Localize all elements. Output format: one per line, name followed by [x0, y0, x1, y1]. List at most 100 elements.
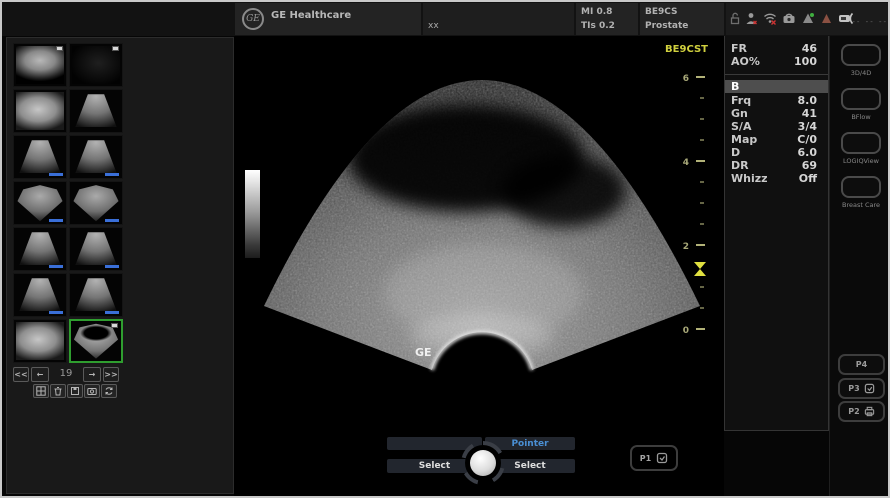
- layout-grid-button[interactable]: [33, 384, 49, 398]
- thumbnail[interactable]: [13, 43, 67, 87]
- save-icon: [70, 386, 80, 396]
- ao-label: AO%: [731, 55, 760, 68]
- mi-value: MI 0.8: [581, 7, 612, 17]
- prev-page-button[interactable]: ←: [31, 367, 49, 382]
- user-icon: [745, 12, 758, 25]
- p2-button[interactable]: P2: [838, 401, 885, 422]
- softkey-logiqview-label: LOGIQView: [830, 157, 890, 165]
- param-label: DR: [731, 159, 749, 172]
- next-page-button[interactable]: →: [83, 367, 101, 382]
- p3-label: P3: [848, 384, 859, 393]
- param-row[interactable]: Frq 8.0: [725, 94, 828, 107]
- mode-label: B: [731, 80, 739, 93]
- p2-label: P2: [848, 407, 859, 416]
- status-dashes: -- -- --: [852, 18, 888, 26]
- param-row[interactable]: D 6.0: [725, 146, 828, 159]
- thumbnail[interactable]: [69, 181, 123, 225]
- camera-button[interactable]: [84, 384, 100, 398]
- depth-tick-label: 0: [683, 326, 689, 336]
- grid-icon: [36, 386, 46, 396]
- softkey-3d4d-label: 3D/4D: [830, 69, 890, 77]
- thumbnail[interactable]: [69, 227, 123, 271]
- store-button[interactable]: [67, 384, 83, 398]
- transfer-icon: [104, 386, 114, 396]
- first-page-button[interactable]: <<: [13, 367, 29, 382]
- ultrasound-screen: GE GE Healthcare xx MI 0.8 TIs 0.2 BE9CS…: [0, 0, 890, 498]
- thumbnail[interactable]: [13, 181, 67, 225]
- ge-logo-icon: GE: [242, 8, 264, 30]
- softkey-breastcare-label: Breast Care: [830, 201, 890, 209]
- softkey-logiqview-button[interactable]: [841, 132, 881, 154]
- fr-label: FR: [731, 42, 747, 55]
- phone-icon: [782, 12, 796, 25]
- softkey-breastcare-button[interactable]: [841, 176, 881, 198]
- transfer-button[interactable]: [101, 384, 117, 398]
- param-label: S/A: [731, 120, 751, 133]
- image-area[interactable]: GE BE9CST 6 4 2 0: [234, 36, 724, 498]
- probe-label: BE9CST: [665, 44, 708, 55]
- last-page-button[interactable]: >>: [103, 367, 119, 382]
- top-bar: GE GE Healthcare xx MI 0.8 TIs 0.2 BE9CS…: [2, 2, 890, 36]
- camera-icon: [87, 386, 97, 396]
- param-value: 8.0: [798, 94, 818, 107]
- trash-icon: [53, 386, 63, 396]
- thumbnail-badge-icon: [112, 46, 119, 51]
- depth-tick-label: 2: [683, 242, 689, 252]
- thumbnail-badge-icon: [56, 46, 63, 51]
- export-icon: [864, 383, 875, 394]
- clipboard-sidebar: << ← 19 → >>: [6, 37, 234, 494]
- fr-value: 46: [802, 42, 817, 55]
- panel-divider: [725, 74, 828, 75]
- param-row[interactable]: Whizz Off: [725, 172, 828, 185]
- status-icon-row: [730, 12, 856, 25]
- thumbnail[interactable]: [13, 89, 67, 133]
- fr-row: FR 46: [725, 42, 828, 55]
- param-row[interactable]: S/A 3/4: [725, 120, 828, 133]
- trackball-icon[interactable]: [470, 450, 496, 476]
- focus-marker[interactable]: [694, 262, 706, 276]
- network-icon: [801, 12, 815, 25]
- param-row[interactable]: Map C/0: [725, 133, 828, 146]
- thumbnail[interactable]: [13, 273, 67, 317]
- unlock-icon: [730, 12, 740, 25]
- wifi-icon: [763, 12, 777, 25]
- depth-tick-label: 6: [683, 74, 689, 84]
- param-row[interactable]: DR 69: [725, 159, 828, 172]
- param-value: 69: [802, 159, 817, 172]
- thumbnail[interactable]: [69, 89, 123, 133]
- p1-button[interactable]: P1: [630, 445, 678, 471]
- probe-preset-section: BE9CS Prostate: [640, 3, 724, 35]
- param-label: Map: [731, 133, 757, 146]
- thumbnail[interactable]: [69, 273, 123, 317]
- param-row[interactable]: Gn 41: [725, 107, 828, 120]
- export-icon: [656, 452, 668, 464]
- param-label: Whizz: [731, 172, 768, 185]
- softkey-panel: 3D/4D BFlow LOGIQView Breast Care P4 P3 …: [829, 36, 890, 498]
- thumbnail[interactable]: [69, 43, 123, 87]
- thumbnail[interactable]: [13, 135, 67, 179]
- thumbnail-badge-icon: [111, 323, 118, 328]
- ao-value: 100: [794, 55, 817, 68]
- depth-tick-label: 4: [683, 158, 689, 168]
- param-value: 6.0: [798, 146, 818, 159]
- mode-row[interactable]: B: [725, 80, 828, 93]
- parameter-panel: FR 46 AO% 100 B Frq 8.0 Gn 41 S/A 3/4 Ma…: [724, 36, 829, 431]
- param-label: D: [731, 146, 740, 159]
- acoustic-output-section: MI 0.8 TIs 0.2: [576, 3, 638, 35]
- ao-row: AO% 100: [725, 55, 828, 68]
- p4-button[interactable]: P4: [838, 354, 885, 375]
- thumbnail-selected[interactable]: [69, 319, 123, 363]
- pointer-icon: [820, 12, 833, 25]
- softkey-bflow-button[interactable]: [841, 88, 881, 110]
- delete-button[interactable]: [50, 384, 66, 398]
- param-value: C/0: [797, 133, 817, 146]
- param-label: Frq: [731, 94, 751, 107]
- softkey-3d4d-button[interactable]: [841, 44, 881, 66]
- thumbnail[interactable]: [13, 227, 67, 271]
- p3-button[interactable]: P3: [838, 378, 885, 399]
- thumbnail[interactable]: [13, 319, 67, 363]
- brand-section: GE GE Healthcare: [235, 3, 421, 35]
- thumbnail[interactable]: [69, 135, 123, 179]
- p1-label: P1: [640, 454, 651, 463]
- tis-value: TIs 0.2: [581, 21, 615, 31]
